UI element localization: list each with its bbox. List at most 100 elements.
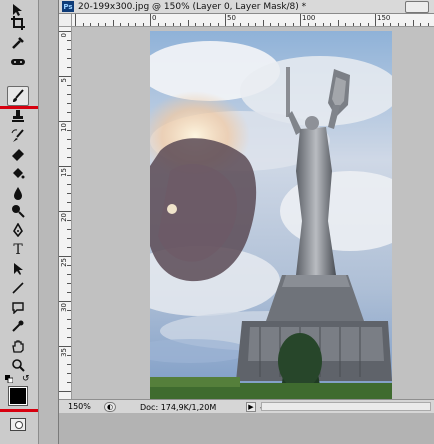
ruler-tick bbox=[150, 14, 151, 26]
horizontal-ruler[interactable]: 050100150200 bbox=[72, 14, 434, 27]
notes-tool-icon[interactable] bbox=[7, 297, 29, 317]
vertical-ruler[interactable]: 0 5 10 15 20 25 30 35 bbox=[59, 27, 72, 399]
eyedropper-sampler-tool-icon[interactable] bbox=[7, 316, 29, 336]
ruler-tick bbox=[382, 23, 384, 26]
zoom-level-field[interactable]: 150% bbox=[68, 402, 98, 412]
ruler-tick bbox=[300, 14, 301, 26]
line-tool-icon[interactable] bbox=[7, 278, 29, 298]
crop-tool-icon[interactable] bbox=[7, 13, 29, 33]
ruler-label: 15 bbox=[60, 168, 68, 177]
clone-stamp-tool-icon[interactable] bbox=[7, 106, 29, 126]
ruler-tick bbox=[330, 23, 331, 26]
status-info-icon[interactable]: ◐ bbox=[104, 402, 116, 412]
ruler-tick bbox=[180, 23, 181, 26]
ruler-tick bbox=[67, 283, 71, 284]
ruler-label: 50 bbox=[227, 14, 236, 22]
paint-bucket-tool-icon[interactable] bbox=[7, 163, 29, 183]
ruler-tick bbox=[67, 229, 71, 230]
canvas-area[interactable] bbox=[72, 27, 434, 399]
ruler-tick bbox=[67, 139, 71, 140]
ruler-tick bbox=[67, 193, 71, 194]
ruler-tick bbox=[67, 112, 71, 113]
ruler-tick bbox=[112, 20, 114, 26]
swap-colors-icon[interactable]: ↺ bbox=[22, 375, 30, 384]
ruler-tick bbox=[360, 23, 361, 26]
ruler-tick bbox=[322, 23, 324, 26]
blur-tool-icon[interactable] bbox=[7, 183, 29, 203]
brush-tool-icon[interactable] bbox=[7, 86, 29, 106]
ruler-tick bbox=[277, 23, 279, 26]
default-colors-icon[interactable] bbox=[5, 375, 14, 384]
horizontal-scrollbar[interactable] bbox=[261, 402, 431, 411]
ruler-tick bbox=[67, 292, 71, 293]
ruler-label: 10 bbox=[60, 123, 68, 132]
pen-tool-icon[interactable] bbox=[7, 220, 29, 240]
ruler-tick bbox=[59, 256, 71, 257]
ruler-tick bbox=[67, 364, 71, 365]
ruler-tick bbox=[232, 23, 234, 26]
ruler-tick bbox=[307, 23, 309, 26]
ruler-tick bbox=[67, 103, 71, 104]
ruler-tick bbox=[67, 58, 71, 59]
ruler-tick bbox=[59, 211, 71, 212]
ruler-tick bbox=[165, 23, 166, 26]
ruler-tick bbox=[217, 23, 219, 26]
workspace-background bbox=[59, 413, 434, 444]
ruler-tick bbox=[59, 76, 71, 77]
zoom-tool-icon[interactable] bbox=[7, 355, 29, 375]
healing-brush-tool-icon[interactable] bbox=[7, 52, 29, 72]
ruler-tick bbox=[412, 20, 414, 26]
document-title-bar[interactable]: Ps 20-199x300.jpg @ 150% (Layer 0, Layer… bbox=[59, 0, 434, 14]
ruler-tick bbox=[67, 148, 71, 149]
ruler-tick bbox=[390, 23, 391, 26]
ruler-label: 100 bbox=[302, 14, 316, 22]
status-bar: 150% ◐ Doc: 174,9K/1,20M ▶ ◂ bbox=[59, 399, 434, 414]
status-menu-arrow-icon[interactable]: ▶ bbox=[246, 402, 256, 412]
ruler-tick bbox=[397, 23, 399, 26]
path-selection-tool-icon[interactable] bbox=[7, 259, 29, 279]
ruler-tick bbox=[67, 184, 71, 185]
ruler-tick bbox=[67, 373, 71, 374]
ruler-tick bbox=[67, 238, 71, 239]
ruler-tick bbox=[82, 23, 84, 26]
ruler-tick bbox=[97, 23, 99, 26]
ruler-tick bbox=[240, 23, 241, 26]
ruler-tick bbox=[427, 23, 429, 26]
foreground-color-swatch[interactable] bbox=[8, 386, 28, 406]
ruler-tick bbox=[127, 23, 129, 26]
ruler-tick bbox=[120, 23, 121, 26]
quick-mask-icon[interactable] bbox=[10, 418, 26, 431]
ruler-tick bbox=[59, 391, 71, 392]
ruler-label: 0 bbox=[60, 33, 68, 38]
eyedropper-tool-icon[interactable] bbox=[7, 33, 29, 53]
type-tool-icon[interactable]: T bbox=[7, 240, 29, 260]
ruler-tick bbox=[59, 31, 71, 32]
ruler-tick bbox=[67, 328, 71, 329]
dodge-tool-icon[interactable] bbox=[7, 201, 29, 221]
ruler-origin[interactable] bbox=[59, 14, 72, 27]
eraser-tool-icon[interactable] bbox=[7, 144, 29, 164]
ruler-tick bbox=[337, 20, 339, 26]
ruler-tick bbox=[195, 23, 196, 26]
ruler-tick bbox=[202, 23, 204, 26]
ruler-tick bbox=[67, 382, 71, 383]
ruler-tick bbox=[255, 23, 256, 26]
document-title: 20-199x300.jpg @ 150% (Layer 0, Layer Ma… bbox=[78, 1, 307, 12]
ruler-tick bbox=[67, 157, 71, 158]
history-brush-tool-icon[interactable] bbox=[7, 126, 29, 146]
ruler-tick bbox=[59, 301, 71, 302]
ruler-tick bbox=[59, 121, 71, 122]
ruler-tick bbox=[67, 67, 71, 68]
hand-tool-icon[interactable] bbox=[7, 336, 29, 356]
ruler-tick bbox=[375, 14, 376, 26]
ruler-tick bbox=[270, 23, 271, 26]
ruler-tick bbox=[90, 23, 91, 26]
ruler-tick bbox=[420, 23, 421, 26]
ruler-tick bbox=[172, 23, 174, 26]
document-size-info: Doc: 174,9K/1,20M bbox=[140, 402, 217, 412]
window-controls[interactable] bbox=[405, 1, 429, 13]
ruler-tick bbox=[285, 23, 286, 26]
ruler-tick bbox=[67, 337, 71, 338]
ruler-tick bbox=[367, 23, 369, 26]
document-image[interactable] bbox=[150, 31, 392, 399]
